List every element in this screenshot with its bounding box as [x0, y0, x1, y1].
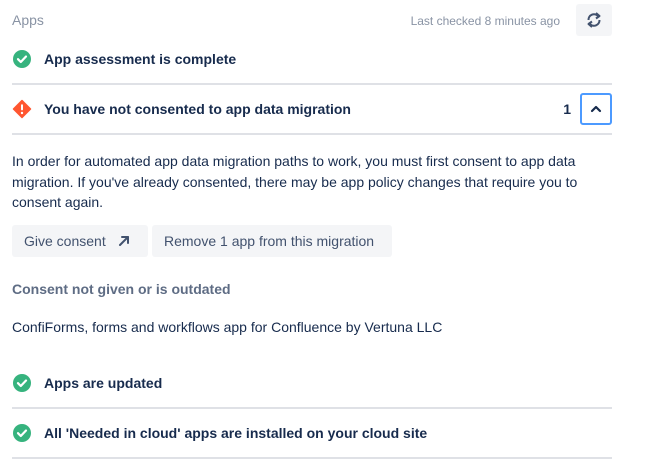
check-circle-icon — [13, 424, 31, 442]
section-title: Apps — [12, 12, 44, 28]
check-row-updated: Apps are updated — [12, 359, 612, 407]
app-name: ConfiForms, forms and workflows app for … — [12, 319, 443, 335]
warning-diamond-icon — [12, 99, 32, 119]
chevron-up-icon — [590, 105, 602, 113]
consent-status-label: Consent not given or is outdated — [12, 281, 231, 297]
collapse-button[interactable] — [580, 93, 612, 125]
check-row-consent[interactable]: You have not consented to app data migra… — [12, 85, 612, 133]
remove-app-button[interactable]: Remove 1 app from this migration — [152, 225, 392, 257]
divider — [12, 457, 612, 459]
check-circle-icon — [13, 374, 31, 392]
give-consent-label: Give consent — [24, 233, 106, 249]
refresh-icon — [587, 12, 601, 28]
last-checked-text: Last checked 8 minutes ago — [410, 14, 560, 28]
check-row-installed: All 'Needed in cloud' apps are installed… — [12, 409, 612, 457]
divider — [12, 133, 612, 135]
give-consent-button[interactable]: Give consent — [12, 225, 148, 257]
apps-header: Apps Last checked 8 minutes ago — [12, 4, 612, 36]
check-title: Apps are updated — [44, 375, 163, 391]
check-title: All 'Needed in cloud' apps are installed… — [44, 425, 428, 441]
check-circle-icon — [13, 50, 31, 68]
refresh-button[interactable] — [576, 4, 612, 36]
external-link-icon — [118, 236, 129, 246]
check-title: You have not consented to app data migra… — [44, 101, 351, 117]
check-title: App assessment is complete — [44, 51, 237, 67]
consent-description: In order for automated app data migratio… — [12, 153, 578, 210]
check-row-assessment: App assessment is complete — [12, 35, 612, 83]
issue-count: 1 — [563, 101, 571, 117]
